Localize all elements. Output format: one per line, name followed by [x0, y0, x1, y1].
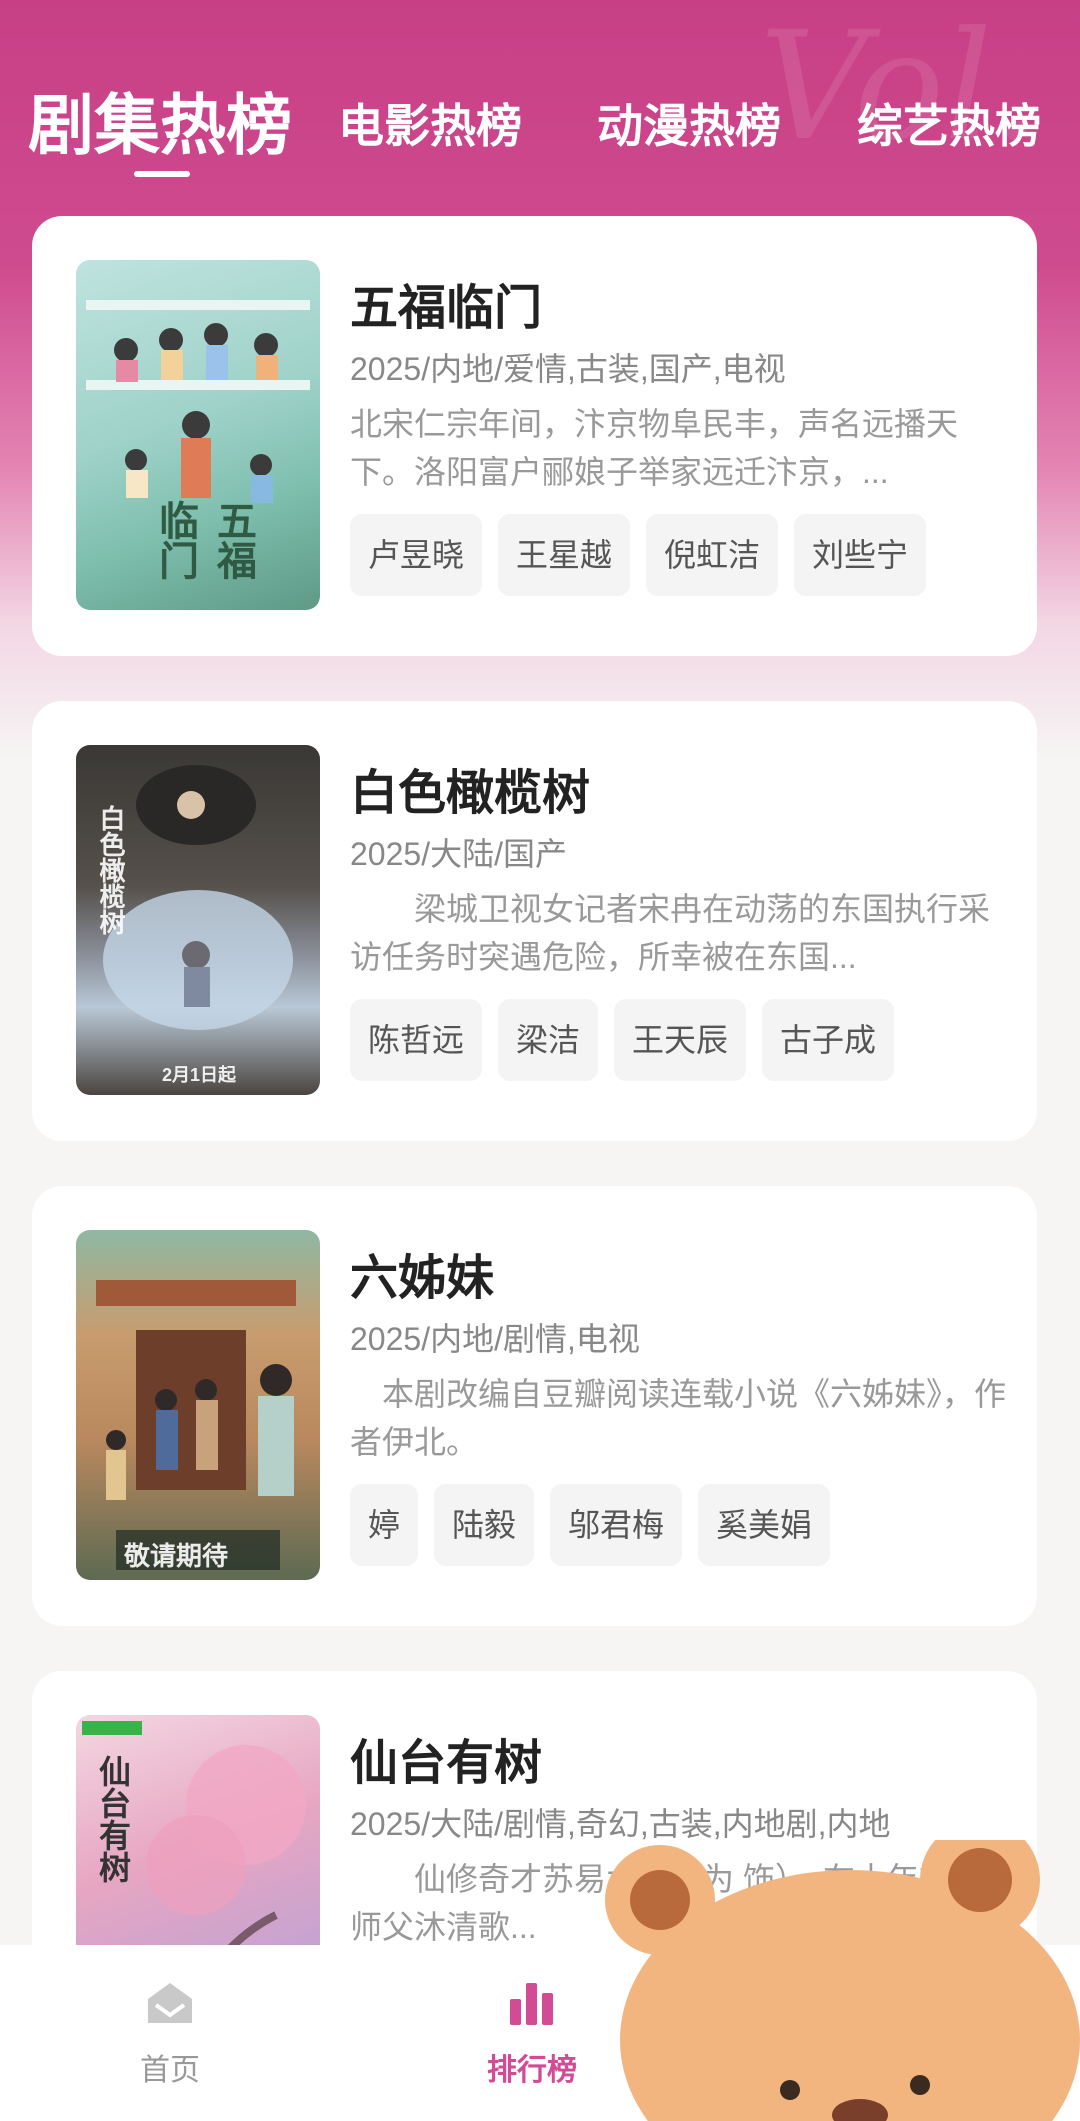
poster-title: 仙台有树 — [94, 1755, 132, 1883]
show-title: 六姊妹 — [350, 1252, 495, 1305]
cast-tag[interactable]: 刘些宁 — [794, 514, 927, 596]
poster-caption: 2月1日起 — [162, 1065, 237, 1085]
nav-home[interactable]: 首页 — [90, 1975, 250, 2089]
show-title: 仙台有树 — [350, 1737, 543, 1790]
tab-variety[interactable]: 综艺热榜 — [857, 90, 1041, 156]
cast-tags: 婷 陆毅 邬君梅 奚美娟 — [350, 1484, 831, 1566]
home-icon — [148, 1983, 192, 2023]
show-meta: 2025/内地/剧情,电视 — [350, 1321, 640, 1357]
cast-tags: 陈哲远 梁洁 王天辰 古子成 — [350, 999, 895, 1081]
poster-title: 五福临门 — [152, 500, 257, 580]
cast-tag[interactable]: 婷 — [350, 1484, 419, 1566]
cast-tag[interactable]: 古子成 — [762, 999, 895, 1081]
poster-image: 白色橄榄树 2月1日起 — [76, 745, 320, 1095]
poster-art — [96, 1280, 296, 1570]
cast-tag[interactable]: 王星越 — [498, 514, 631, 596]
nav-home-label: 首页 — [140, 2054, 200, 2087]
show-meta: 2025/内地/爱情,古装,国产,电视 — [350, 351, 786, 387]
poster-image: 敬请期待 — [76, 1230, 320, 1580]
show-title: 五福临门 — [350, 282, 543, 335]
show-meta: 2025/大陆/剧情,奇幻,古装,内地剧,内地 — [350, 1806, 891, 1842]
cast-tag[interactable]: 梁洁 — [498, 999, 599, 1081]
show-card[interactable]: 敬请期待 六姊妹 2025/内地/剧情,电视 本剧改编自豆瓣阅读连载小说《六姊妹… — [32, 1186, 1037, 1626]
poster-title: 白色橄榄树 — [95, 805, 125, 935]
category-tabs: 剧集热榜 电影热榜 动漫热榜 综艺热榜 — [0, 60, 1080, 190]
cast-tag[interactable]: 邬君梅 — [550, 1484, 683, 1566]
active-tab-indicator — [134, 171, 190, 177]
cast-tags: 卢昱晓 王星越 倪虹洁 刘些宁 — [350, 514, 927, 596]
poster-image: 五福临门 — [76, 260, 320, 610]
show-card[interactable]: 白色橄榄树 2月1日起 白色橄榄树 2025/大陆/国产 梁城卫视女记者宋冉在动… — [32, 701, 1037, 1141]
cast-tag[interactable]: 卢昱晓 — [350, 514, 483, 596]
tab-series[interactable]: 剧集热榜 — [28, 72, 292, 168]
show-title: 白色橄榄树 — [350, 767, 591, 820]
nav-rank-label: 排行榜 — [487, 2054, 577, 2087]
show-card[interactable]: 五福临门 五福临门 2025/内地/爱情,古装,国产,电视 北宋仁宗年间，汴京物… — [32, 216, 1037, 656]
show-description: 梁城卫视女记者宋冉在动荡的东国执行采访任务时突遇危险，所幸被在东国... — [350, 891, 991, 975]
bear-sticker-icon — [605, 1840, 1080, 2121]
cast-tag[interactable]: 奚美娟 — [698, 1484, 831, 1566]
show-meta: 2025/大陆/国产 — [350, 836, 567, 872]
cast-tag[interactable]: 王天辰 — [614, 999, 747, 1081]
show-description: 本剧改编自豆瓣阅读连载小说《六姊妹》，作者伊北。 — [350, 1376, 1007, 1460]
ranking-chart-icon — [510, 1983, 553, 2025]
cast-tag[interactable]: 倪虹洁 — [646, 514, 779, 596]
poster-caption: 敬请期待 — [124, 1541, 229, 1571]
nav-rank[interactable]: 排行榜 — [452, 1975, 612, 2089]
cast-tag[interactable]: 陆毅 — [434, 1484, 535, 1566]
show-description: 北宋仁宗年间，汴京物阜民丰，声名远播天下。洛阳富户郦娘子举家远迁汴京，... — [350, 406, 959, 490]
tab-anime[interactable]: 动漫热榜 — [597, 90, 781, 156]
tab-movies[interactable]: 电影热榜 — [338, 90, 522, 156]
cast-tag[interactable]: 陈哲远 — [350, 999, 483, 1081]
